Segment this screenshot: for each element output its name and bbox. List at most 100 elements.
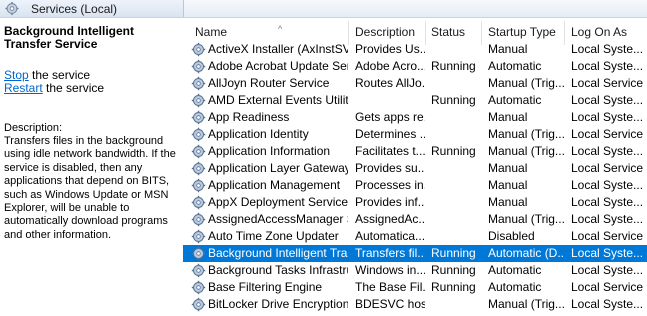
restart-suffix: the service: [42, 81, 105, 95]
service-status-cell: Running: [431, 246, 476, 260]
service-status-cell: [431, 228, 483, 245]
service-logon-cell: Local Service: [571, 127, 644, 141]
service-startup-cell: Manual (Trig...: [488, 212, 564, 226]
header-bar: Services (Local): [0, 0, 647, 18]
service-name-cell: ActiveX Installer (AxInstSV): [208, 42, 348, 56]
table-row[interactable]: Application Management Processes in... Man…: [183, 177, 647, 194]
service-startup-cell: Manual (Trig...: [488, 144, 564, 158]
service-gear-icon: [191, 229, 206, 244]
service-startup-cell: Manual: [488, 195, 528, 209]
service-description-cell: Provides su...: [355, 161, 425, 175]
header-title: Services (Local): [31, 2, 118, 16]
services-list[interactable]: ^ Name Description Status Startup Type L…: [183, 18, 647, 316]
service-logon-cell: Local Syste...: [571, 144, 644, 158]
service-status-cell: [431, 126, 483, 143]
restart-action: Restart the service: [4, 82, 104, 95]
service-status-cell: Running: [431, 144, 476, 158]
table-row[interactable]: Application Identity Determines ... Manual…: [183, 126, 647, 143]
service-startup-cell: Automatic: [488, 93, 542, 107]
service-name-cell: App Readiness: [208, 110, 290, 124]
service-name-cell: AllJoyn Router Service: [208, 76, 330, 90]
service-gear-icon: [191, 76, 206, 91]
services-local-tab[interactable]: Services (Local): [0, 0, 184, 17]
service-status-cell: [431, 160, 483, 177]
service-startup-cell: Manual (Trig...: [488, 76, 564, 90]
column-description-label: Description: [355, 25, 416, 39]
service-description-cell: BDESVC hos...: [355, 297, 425, 311]
service-name-cell: BitLocker Drive Encryption ...: [208, 297, 348, 311]
service-name-cell: Application Management: [208, 178, 341, 192]
service-startup-cell: Disabled: [488, 229, 535, 243]
table-row-selected[interactable]: Background Intelligent Tran... Transfers …: [183, 245, 647, 262]
service-logon-cell: Local Syste...: [571, 195, 644, 209]
service-gear-icon: [191, 263, 206, 278]
column-status-label: Status: [431, 25, 466, 39]
service-status-cell: Running: [431, 93, 476, 107]
service-startup-cell: Manual: [488, 42, 528, 56]
service-logon-cell: Local Syste...: [571, 212, 644, 226]
column-logon-label: Log On As: [571, 25, 628, 39]
service-status-cell: [431, 109, 483, 126]
table-row[interactable]: Application Information Facilitates t... R…: [183, 143, 647, 160]
sort-ascending-icon: ^: [278, 24, 283, 34]
service-details-pane: Background Intelligent Transfer Service …: [0, 18, 183, 316]
table-row[interactable]: AppX Deployment Service (... Provides inf…: [183, 194, 647, 211]
service-status-cell: Running: [431, 59, 476, 73]
service-name-cell: AMD External Events Utility: [208, 93, 348, 107]
service-logon-cell: Local Syste...: [571, 93, 644, 107]
service-name-cell: Auto Time Zone Updater: [208, 229, 339, 243]
service-logon-cell: Local Service: [571, 229, 644, 243]
service-description-cell: Transfers fil...: [355, 246, 425, 260]
service-description-cell: Automatica...: [355, 229, 425, 243]
service-name-cell: AppX Deployment Service (...: [208, 195, 348, 209]
service-description-cell: Provides Us...: [355, 42, 425, 56]
description-text: Transfers files in the background using …: [4, 135, 176, 241]
table-row[interactable]: AllJoyn Router Service Routes AllJo... Man…: [183, 75, 647, 92]
service-status-cell: [431, 75, 483, 92]
service-description-cell: [355, 92, 425, 109]
table-row[interactable]: Adobe Acrobat Update Serv... Adobe Acro..…: [183, 58, 647, 75]
service-status-cell: [431, 194, 483, 211]
column-startup-label: Startup Type: [488, 25, 556, 39]
service-startup-cell: Manual (Trig...: [488, 297, 564, 311]
service-gear-icon: [191, 246, 206, 261]
service-description-cell: Facilitates t...: [355, 144, 425, 158]
service-gear-icon: [191, 93, 206, 108]
service-gear-icon: [191, 280, 206, 295]
service-name-cell: Adobe Acrobat Update Serv...: [208, 59, 348, 73]
service-startup-cell: Automatic: [488, 280, 542, 294]
service-gear-icon: [191, 195, 206, 210]
restart-service-link[interactable]: Restart: [4, 81, 43, 95]
table-row[interactable]: Application Layer Gateway ... Provides su…: [183, 160, 647, 177]
service-gear-icon: [191, 212, 206, 227]
table-row[interactable]: AssignedAccessManager Se... AssignedAc...…: [183, 211, 647, 228]
service-status-cell: Running: [431, 263, 476, 277]
service-name-cell: Background Tasks Infrastru...: [208, 263, 348, 277]
service-status-cell: [431, 41, 483, 58]
service-gear-icon: [191, 42, 206, 57]
service-gear-icon: [191, 297, 206, 312]
table-row[interactable]: App Readiness Gets apps re... Manual Local …: [183, 109, 647, 126]
service-description-cell: Windows in...: [355, 263, 425, 277]
selected-service-name: Background Intelligent Transfer Service: [4, 24, 135, 51]
service-description-cell: Determines ...: [355, 127, 425, 141]
stop-service-link[interactable]: Stop: [4, 68, 29, 82]
table-row[interactable]: BitLocker Drive Encryption ... BDESVC hos…: [183, 296, 647, 313]
table-row[interactable]: Background Tasks Infrastru... Windows in.…: [183, 262, 647, 279]
service-description-cell: Routes AllJo...: [355, 76, 425, 90]
service-logon-cell: Local Syste...: [571, 178, 644, 192]
service-description-cell: Gets apps re...: [355, 110, 425, 124]
table-row[interactable]: ActiveX Installer (AxInstSV) Provides Us.…: [183, 41, 647, 58]
description-label: Description:: [4, 122, 63, 134]
table-row[interactable]: Base Filtering Engine The Base Fil... Runn…: [183, 279, 647, 296]
table-row[interactable]: Auto Time Zone Updater Automatica... Disab…: [183, 228, 647, 245]
service-description-cell: Adobe Acro...: [355, 59, 425, 73]
service-name-cell: Base Filtering Engine: [208, 280, 323, 294]
service-gear-icon: [191, 127, 206, 142]
service-gear-icon: [191, 110, 206, 125]
service-name-cell: Background Intelligent Tran...: [208, 246, 348, 260]
service-description-cell: AssignedAc...: [355, 212, 425, 226]
table-row[interactable]: AMD External Events Utility Running Automa…: [183, 92, 647, 109]
service-startup-cell: Manual: [488, 161, 528, 175]
service-startup-cell: Automatic (D...: [488, 246, 564, 260]
